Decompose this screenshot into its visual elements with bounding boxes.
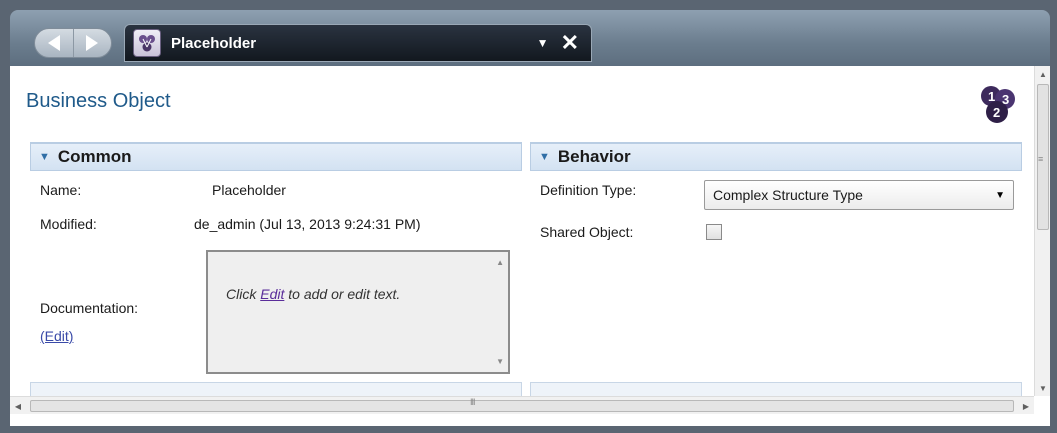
behavior-section: ▼ Behavior: [530, 142, 1022, 171]
back-button[interactable]: [35, 29, 73, 57]
collapse-caret-icon: ▼: [539, 151, 550, 163]
documentation-box[interactable]: Click Edit to add or edit text. ▲ ▼: [206, 250, 510, 374]
horizontal-grip-icon: III: [470, 397, 475, 407]
forward-arrow-icon: [86, 35, 99, 51]
business-object-icon: [133, 29, 161, 57]
definition-type-select[interactable]: Complex Structure Type ▼: [704, 180, 1014, 210]
doc-hint-prefix: Click: [226, 286, 261, 302]
editor-content: Business Object 1 3 2 ▼ Common Name: Pla…: [10, 66, 1050, 426]
shared-object-checkbox[interactable]: [706, 224, 722, 240]
doc-hint-suffix: to add or edit text.: [284, 286, 401, 302]
history-nav: [34, 28, 112, 58]
collapsed-section-right: [530, 382, 1022, 396]
modified-value: de_admin (Jul 13, 2013 9:24:31 PM): [194, 216, 421, 232]
editor-tab[interactable]: Placeholder ▼ ✕: [124, 24, 592, 62]
name-label: Name:: [40, 182, 82, 198]
definition-type-value: Complex Structure Type: [713, 187, 863, 203]
doc-scroll-down-icon[interactable]: ▼: [496, 357, 504, 366]
horizontal-scroll-thumb[interactable]: [30, 400, 1014, 412]
vertical-scrollbar[interactable]: ▲ ≡ ▼: [1034, 66, 1050, 396]
collapse-caret-icon: ▼: [39, 151, 50, 163]
horizontal-scrollbar[interactable]: ◀ III ▶: [10, 396, 1034, 414]
window-frame: Placeholder ▼ ✕ Business Object 1 3 2 ▼ …: [0, 0, 1057, 433]
editor-toolbar: Placeholder ▼ ✕: [10, 10, 1050, 66]
documentation-label: Documentation:: [40, 300, 139, 316]
tab-dropdown-icon[interactable]: ▼: [537, 36, 549, 50]
scroll-left-icon[interactable]: ◀: [10, 397, 26, 415]
collapsed-section-left: [30, 382, 522, 396]
forward-button[interactable]: [72, 29, 111, 57]
vertical-grip-icon: ≡: [1038, 154, 1044, 164]
svg-text:3: 3: [1002, 92, 1009, 107]
documentation-hint: Click Edit to add or edit text.: [226, 286, 400, 302]
scroll-right-icon[interactable]: ▶: [1018, 397, 1034, 415]
numbered-steps-icon: 1 3 2: [981, 86, 1015, 123]
common-section-title: Common: [57, 147, 132, 166]
svg-text:2: 2: [993, 105, 1000, 120]
back-arrow-icon: [47, 35, 60, 51]
doc-edit-link[interactable]: Edit: [260, 286, 284, 302]
common-section-header[interactable]: ▼ Common: [30, 143, 522, 171]
shared-object-label: Shared Object:: [540, 224, 634, 240]
definition-type-label: Definition Type:: [540, 182, 637, 198]
common-section: ▼ Common: [30, 142, 522, 171]
modified-label: Modified:: [40, 216, 97, 232]
behavior-section-header[interactable]: ▼ Behavior: [530, 143, 1022, 171]
scroll-up-icon[interactable]: ▲: [1035, 66, 1051, 82]
chevron-down-icon: ▼: [995, 190, 1005, 201]
doc-scroll-up-icon[interactable]: ▲: [496, 258, 504, 267]
name-value: Placeholder: [212, 182, 286, 198]
svg-text:1: 1: [988, 89, 995, 104]
documentation-edit-link[interactable]: (Edit): [40, 328, 73, 344]
tab-title: Placeholder: [171, 34, 257, 52]
close-icon[interactable]: ✕: [561, 32, 579, 54]
behavior-section-title: Behavior: [557, 147, 631, 166]
scroll-down-icon[interactable]: ▼: [1035, 380, 1051, 396]
page-title: Business Object: [26, 90, 171, 112]
